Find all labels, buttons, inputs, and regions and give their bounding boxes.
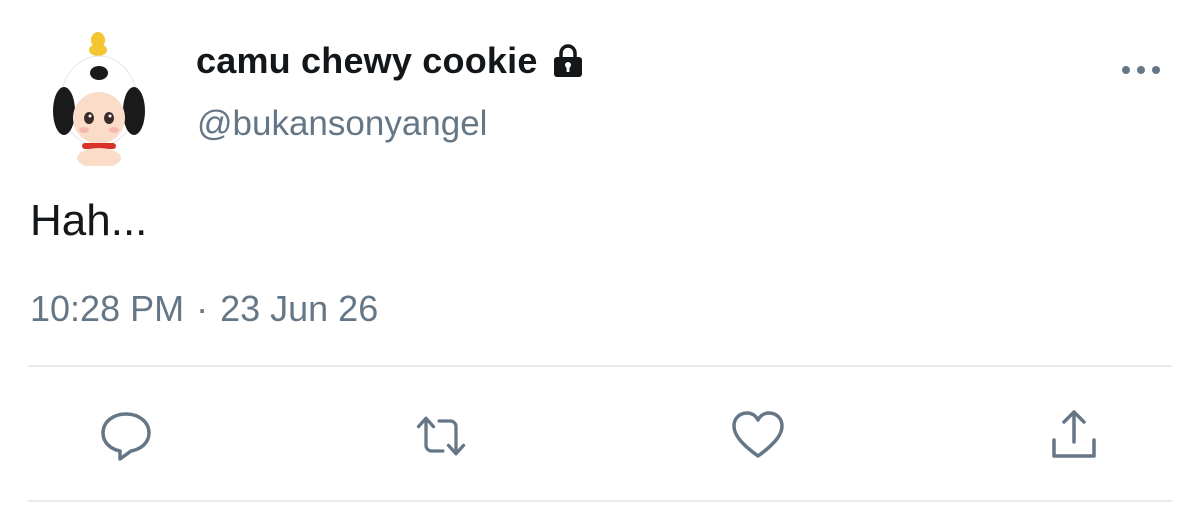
tweet-timestamp[interactable]: 10:28 PM · 23 Jun 26 bbox=[30, 288, 378, 330]
tweet-text: Hah... bbox=[30, 196, 148, 245]
author-name-row: camu chewy cookie bbox=[196, 40, 588, 82]
heart-icon bbox=[732, 411, 784, 458]
avatar[interactable] bbox=[44, 26, 154, 168]
more-horizontal-icon bbox=[1122, 66, 1160, 74]
tweet-card: camu chewy cookie @bukansonyangel Hah...… bbox=[0, 0, 1200, 519]
more-options-button[interactable] bbox=[1118, 56, 1164, 84]
like-button[interactable] bbox=[728, 408, 788, 464]
reply-icon bbox=[101, 412, 151, 461]
retweet-icon bbox=[416, 416, 466, 456]
tweet-date: 23 Jun 26 bbox=[220, 288, 379, 329]
retweet-button[interactable] bbox=[411, 408, 471, 464]
user-handle[interactable]: @bukansonyangel bbox=[197, 104, 487, 144]
divider bbox=[28, 365, 1172, 367]
share-button[interactable] bbox=[1044, 408, 1104, 464]
divider bbox=[28, 500, 1172, 502]
reply-button[interactable] bbox=[96, 408, 156, 464]
timestamp-separator: · bbox=[196, 288, 209, 329]
lock-icon bbox=[548, 41, 588, 81]
share-icon bbox=[1052, 410, 1096, 458]
display-name[interactable]: camu chewy cookie bbox=[196, 40, 538, 82]
tweet-time: 10:28 PM bbox=[30, 288, 185, 329]
